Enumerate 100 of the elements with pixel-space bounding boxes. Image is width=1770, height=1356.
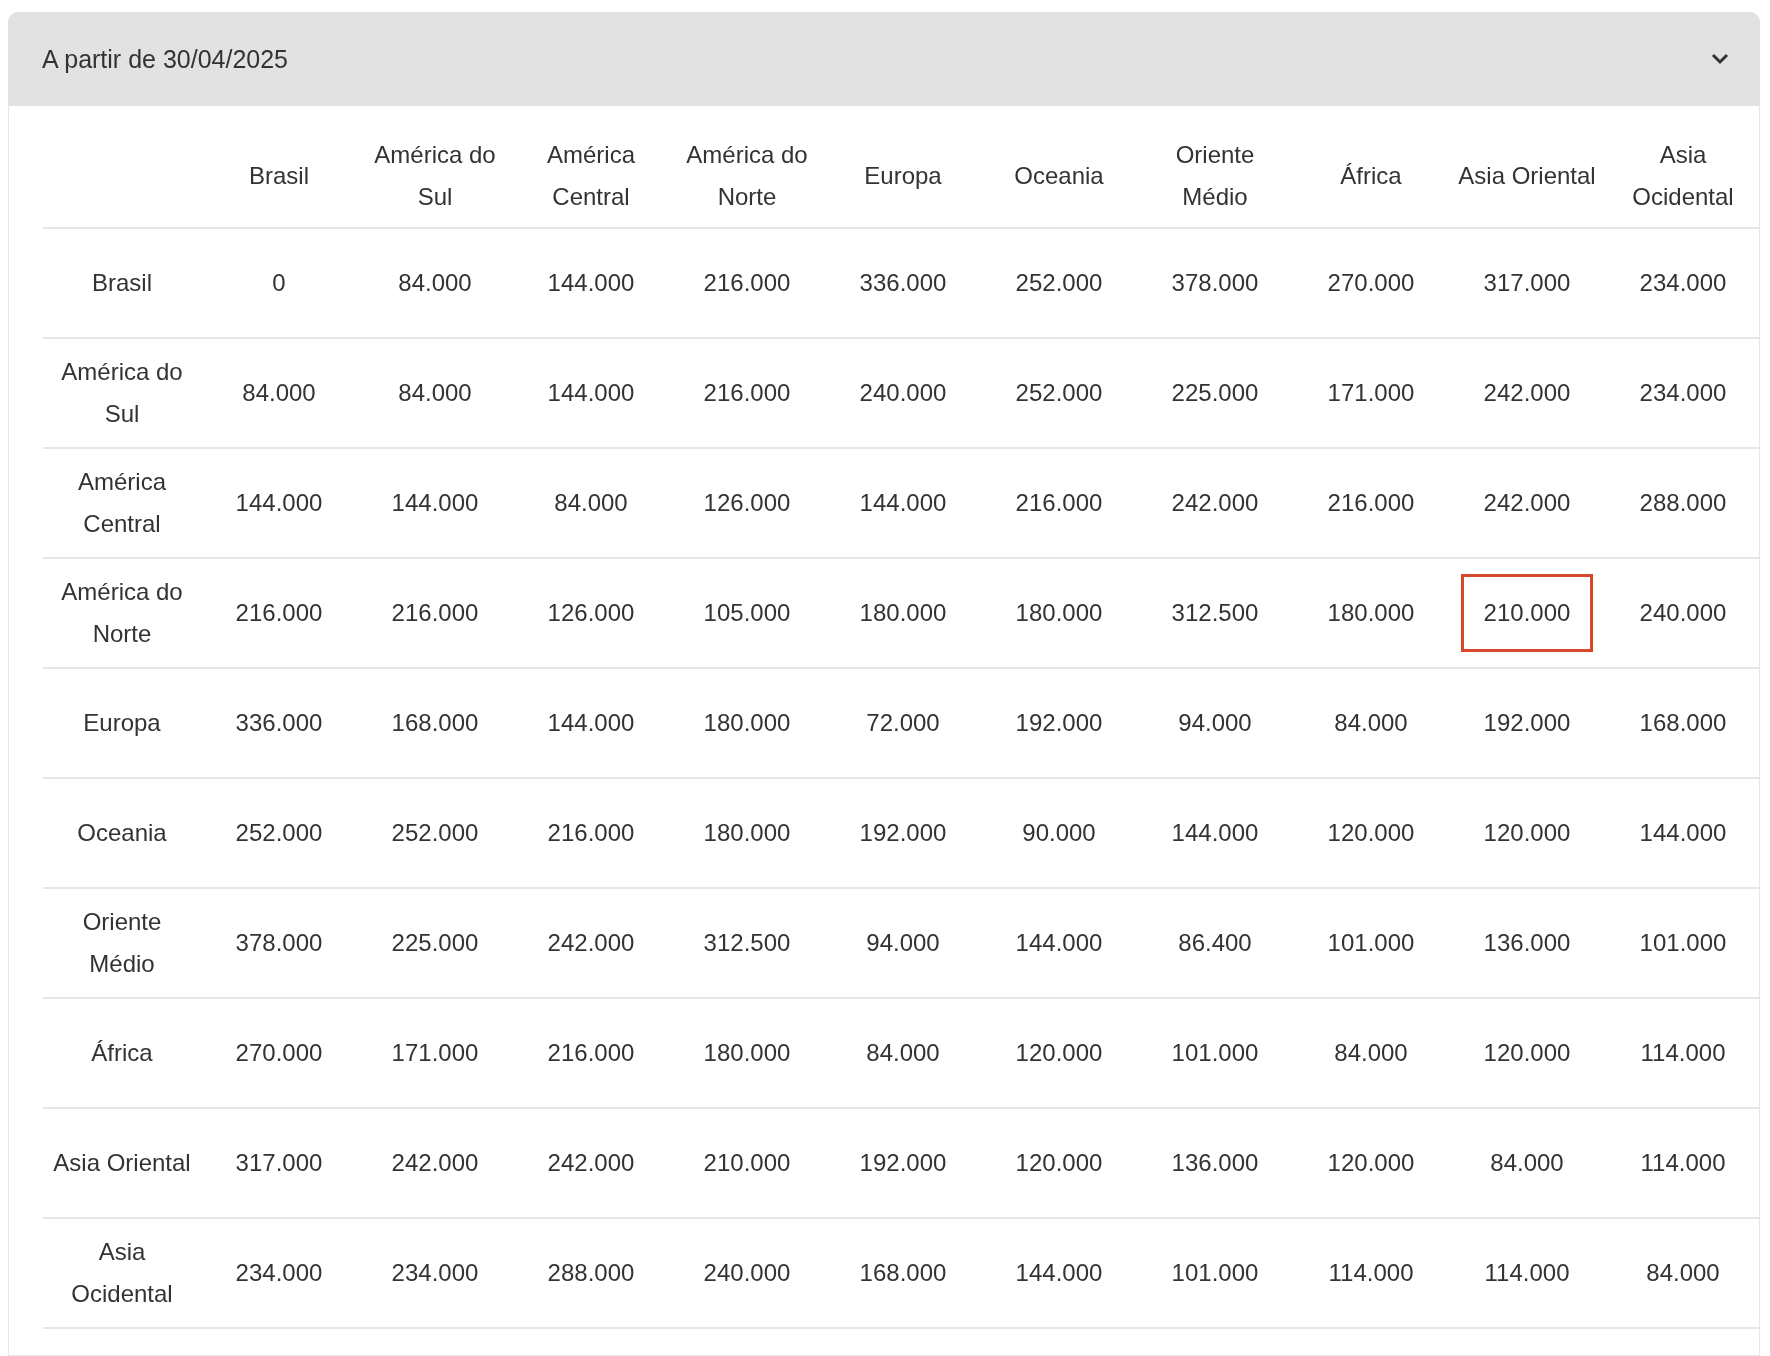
table-cell-text: 72.000 xyxy=(865,708,941,738)
table-cell-text: 288.000 xyxy=(546,1258,636,1288)
table-cell-text: 94.000 xyxy=(865,928,941,958)
table-cell-text: 84.000 xyxy=(241,378,317,408)
table-cell-text: 240.000 xyxy=(702,1258,792,1288)
table-cell-text: 84.000 xyxy=(1645,1258,1721,1288)
chevron-icon xyxy=(1710,52,1730,66)
table-cell-text: 120.000 xyxy=(1482,1038,1572,1068)
table-cell-text: 242.000 xyxy=(390,1148,480,1178)
row-header: América do Sul xyxy=(43,338,201,448)
table-cell-text: 144.000 xyxy=(390,488,480,518)
table-cell-text: 171.000 xyxy=(1326,378,1416,408)
table-cell-text: 234.000 xyxy=(234,1258,324,1288)
table-cell-text: 216.000 xyxy=(546,818,636,848)
table-cell-text: 242.000 xyxy=(1170,488,1260,518)
table-cell-text: 180.000 xyxy=(702,1038,792,1068)
table-cell-text: 144.000 xyxy=(1170,818,1260,848)
table-cell-text: 192.000 xyxy=(1014,708,1104,738)
column-header: Oriente Médio xyxy=(1137,114,1293,228)
table-cell-text: 216.000 xyxy=(546,1038,636,1068)
row-header: Oceania xyxy=(43,778,201,888)
table-cell-text: 288.000 xyxy=(1638,488,1728,518)
table-cell-text: 225.000 xyxy=(1170,378,1260,408)
table-cell-text: 180.000 xyxy=(1326,598,1416,628)
column-header: África xyxy=(1293,114,1449,228)
row-header: África xyxy=(43,998,201,1108)
table-cell-text: 252.000 xyxy=(390,818,480,848)
table-cell-text: 120.000 xyxy=(1482,818,1572,848)
table-cell-text: 216.000 xyxy=(702,268,792,298)
table-cell-text: 312.500 xyxy=(702,928,792,958)
table-cell-text: 144.000 xyxy=(1014,928,1104,958)
table-cell-text: 136.000 xyxy=(1482,928,1572,958)
row-header: Oriente Médio xyxy=(43,888,201,998)
column-header: América do Sul xyxy=(357,114,513,228)
table-cell-text: 136.000 xyxy=(1170,1148,1260,1178)
table-cell-text: 144.000 xyxy=(234,488,324,518)
table-cell-text: 144.000 xyxy=(1638,818,1728,848)
accordion-header[interactable]: A partir de 30/04/2025 xyxy=(8,12,1760,106)
table-cell-text: 234.000 xyxy=(1638,378,1728,408)
table-cell-text: 120.000 xyxy=(1326,1148,1416,1178)
table-cell-text: 216.000 xyxy=(702,378,792,408)
table-cell-text: 252.000 xyxy=(1014,378,1104,408)
table-cell-text: 168.000 xyxy=(858,1258,948,1288)
table-cell-text: 216.000 xyxy=(1014,488,1104,518)
table-cell-text: 192.000 xyxy=(1482,708,1572,738)
table-cell-text: 84.000 xyxy=(397,378,473,408)
row-header: América do Norte xyxy=(43,558,201,668)
table-cell-text: 144.000 xyxy=(546,708,636,738)
table-cell-text: 120.000 xyxy=(1014,1038,1104,1068)
table-cell-text: 216.000 xyxy=(234,598,324,628)
table-cell-text: 240.000 xyxy=(858,378,948,408)
table-cell-text: 86.400 xyxy=(1177,928,1253,958)
table-cell-text: 94.000 xyxy=(1177,708,1253,738)
table-cell-text: 126.000 xyxy=(546,598,636,628)
table-cell-text: 234.000 xyxy=(390,1258,480,1288)
table-cell-text: 84.000 xyxy=(1489,1148,1565,1178)
table-cell-text: 84.000 xyxy=(1333,1038,1409,1068)
table-cell-text: 168.000 xyxy=(1638,708,1728,738)
column-header: América Central xyxy=(513,114,669,228)
table-cell-text: 168.000 xyxy=(390,708,480,738)
table-cell-text: 270.000 xyxy=(234,1038,324,1068)
table-cell-text: 180.000 xyxy=(702,818,792,848)
table-cell-text: 180.000 xyxy=(858,598,948,628)
table-cell-text: 312.500 xyxy=(1170,598,1260,628)
table-cell: 210.000 xyxy=(1460,574,1594,652)
table-cell-text: 101.000 xyxy=(1170,1038,1260,1068)
table-cell-text: 101.000 xyxy=(1326,928,1416,958)
table-cell-text: 252.000 xyxy=(1014,268,1104,298)
table-cell-text: 234.000 xyxy=(1638,268,1728,298)
table-cell-text: 105.000 xyxy=(702,598,792,628)
table-cell-text: 84.000 xyxy=(865,1038,941,1068)
table-cell-text: 192.000 xyxy=(858,818,948,848)
column-header: Brasil xyxy=(201,114,357,228)
table-cell-text: 378.000 xyxy=(234,928,324,958)
table-cell-text: 242.000 xyxy=(1482,488,1572,518)
table-cell-text: 216.000 xyxy=(1326,488,1416,518)
table-cell-text: 84.000 xyxy=(1333,708,1409,738)
table-cell-text: 242.000 xyxy=(1482,378,1572,408)
table-cell-text: 120.000 xyxy=(1014,1148,1104,1178)
column-header: Europa xyxy=(825,114,981,228)
row-header: Asia Ocidental xyxy=(43,1218,201,1328)
table-cell-text: 126.000 xyxy=(702,488,792,518)
table-cell-text: 180.000 xyxy=(1014,598,1104,628)
table-cell-text: 120.000 xyxy=(1326,818,1416,848)
row-header: América Central xyxy=(43,448,201,558)
column-header: América do Norte xyxy=(669,114,825,228)
table-cell-text: 101.000 xyxy=(1638,928,1728,958)
column-header: Asia Ocidental xyxy=(1605,114,1759,228)
table-cell-text: 270.000 xyxy=(1326,268,1416,298)
table-cell-text: 144.000 xyxy=(858,488,948,518)
table-cell-text: 252.000 xyxy=(234,818,324,848)
column-header: Asia Oriental xyxy=(1449,114,1605,228)
table-cell-text: 101.000 xyxy=(1170,1258,1260,1288)
table-cell-text: 180.000 xyxy=(702,708,792,738)
table-cell-text: 84.000 xyxy=(553,488,629,518)
table-cell-text: 242.000 xyxy=(546,928,636,958)
table-cell-text: 317.000 xyxy=(234,1148,324,1178)
table-cell-text: 171.000 xyxy=(390,1038,480,1068)
table-cell-text: 144.000 xyxy=(546,378,636,408)
table-cell-text: 378.000 xyxy=(1170,268,1260,298)
